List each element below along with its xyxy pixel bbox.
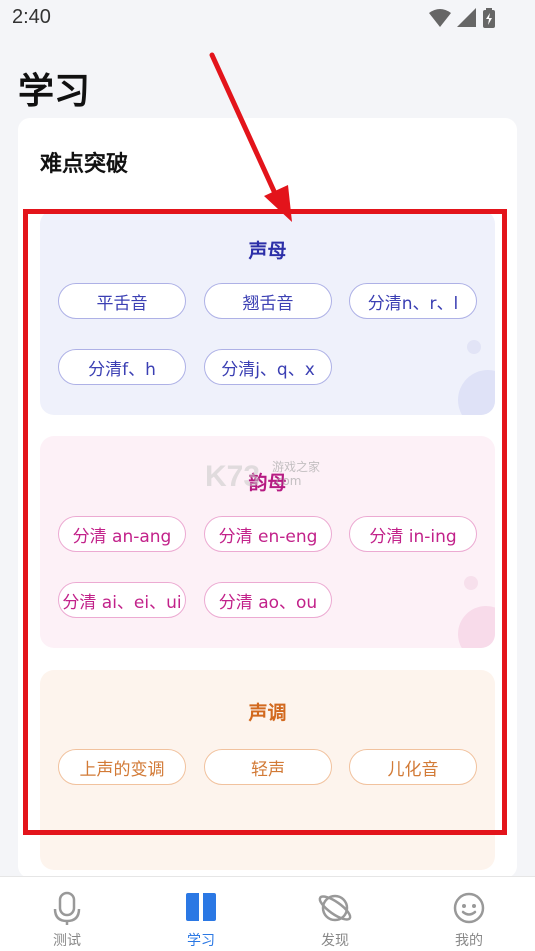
wifi-icon <box>429 9 451 27</box>
card-title: 难点突破 <box>40 152 129 177</box>
status-icons <box>429 8 495 28</box>
bottom-nav: 测试 学习 发现 我的 <box>0 876 535 951</box>
status-time: 2:40 <box>12 6 51 28</box>
annotation-highlight-box <box>23 209 507 835</box>
face-icon <box>453 892 485 924</box>
planet-icon <box>318 894 352 922</box>
battery-icon <box>483 8 495 28</box>
nav-label-test: 测试 <box>53 933 81 949</box>
microphone-icon <box>53 891 81 925</box>
nav-label-study: 学习 <box>187 933 215 949</box>
nav-item-mine[interactable]: 我的 <box>402 877 535 951</box>
nav-item-discover[interactable]: 发现 <box>268 877 402 951</box>
nav-item-study[interactable]: 学习 <box>134 877 268 951</box>
nav-label-discover: 发现 <box>321 933 349 949</box>
status-bar: 2:40 <box>0 0 535 38</box>
nav-item-test[interactable]: 测试 <box>0 877 134 951</box>
book-icon <box>186 893 216 921</box>
nav-label-mine: 我的 <box>455 933 483 949</box>
signal-icon <box>457 8 476 27</box>
page-title: 学习 <box>18 71 91 112</box>
